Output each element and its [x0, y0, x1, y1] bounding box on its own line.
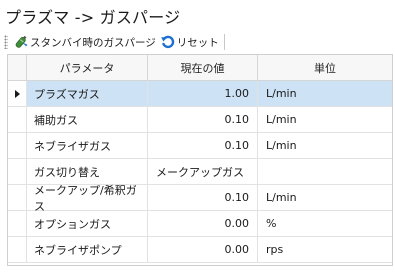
row-indicator [8, 237, 27, 262]
row-indicator [8, 185, 27, 210]
unit-cell: rps [266, 243, 284, 256]
grid-header: パラメータ 現在の値 単位 [8, 55, 392, 81]
current-value-cell[interactable]: 0.10 [148, 185, 258, 210]
current-value-cell[interactable]: 0.10 [148, 133, 258, 158]
toolbar-separator [223, 34, 225, 50]
parameter-name-cell: オプションガス [27, 211, 148, 236]
row-indicator [8, 81, 27, 106]
unit-cell [258, 159, 392, 184]
toolbar-grip-icon[interactable] [4, 35, 8, 49]
current-value-cell[interactable]: 1.00 [148, 81, 258, 106]
table-row[interactable]: ネブライザガス 0.10 L/min [8, 133, 392, 159]
table-row[interactable]: 補助ガス 0.10 L/min [8, 107, 392, 133]
parameter-name-cell: ガス切り替え [27, 159, 148, 184]
column-header-parameter[interactable]: パラメータ [27, 55, 148, 80]
reset-label: リセット [176, 36, 219, 49]
parameter-name-cell: プラズマガス [27, 81, 148, 106]
row-indicator [8, 107, 27, 132]
parameter-name-cell: 補助ガス [27, 107, 148, 132]
current-value-cell[interactable]: 0.10 [148, 107, 258, 132]
table-row[interactable]: ネブライザポンプ 0.00 rps [8, 237, 392, 263]
unit-cell: L/min [258, 81, 392, 106]
parameter-name-cell: ネブライザポンプ [27, 237, 148, 262]
current-value-cell[interactable]: 0.00 [148, 237, 258, 262]
standby-gas-purge-button[interactable]: スタンバイ時のガスパージ [11, 32, 158, 52]
unit-cell: L/min [266, 139, 297, 152]
refresh-icon [160, 34, 176, 50]
unit-cell: L/min [266, 191, 297, 204]
column-header-unit[interactable]: 単位 [258, 55, 392, 80]
toolbar: スタンバイ時のガスパージ リセット [0, 31, 395, 53]
row-indicator-header [8, 55, 27, 80]
row-indicator [8, 133, 27, 158]
current-value-cell[interactable]: 0.00 [148, 211, 258, 236]
reset-button[interactable]: リセット [158, 32, 221, 52]
table-row[interactable]: プラズマガス 1.00 L/min [8, 81, 392, 107]
current-row-arrow-icon [14, 89, 20, 98]
gas-switch-value-cell[interactable]: メークアップガス [148, 159, 258, 184]
gas-bottle-icon [13, 34, 29, 50]
parameter-grid: パラメータ 現在の値 単位 プラズマガス 1.00 L/min 補助ガス 0.1… [7, 54, 393, 266]
row-indicator [8, 159, 27, 184]
unit-cell: L/min [266, 113, 297, 126]
column-header-current-value[interactable]: 現在の値 [148, 55, 258, 80]
unit-cell: % [266, 217, 277, 230]
table-row[interactable]: メークアップ/希釈ガス 0.10 L/min [8, 184, 392, 213]
table-row[interactable]: オプションガス 0.00 % [8, 211, 392, 237]
standby-gas-purge-label: スタンバイ時のガスパージ [30, 36, 156, 49]
parameter-name-cell: メークアップ/希釈ガス [27, 184, 148, 213]
parameter-name-cell: ネブライザガス [27, 133, 148, 158]
row-indicator [8, 211, 27, 236]
page-title: プラズマ -> ガスパージ [5, 8, 181, 27]
